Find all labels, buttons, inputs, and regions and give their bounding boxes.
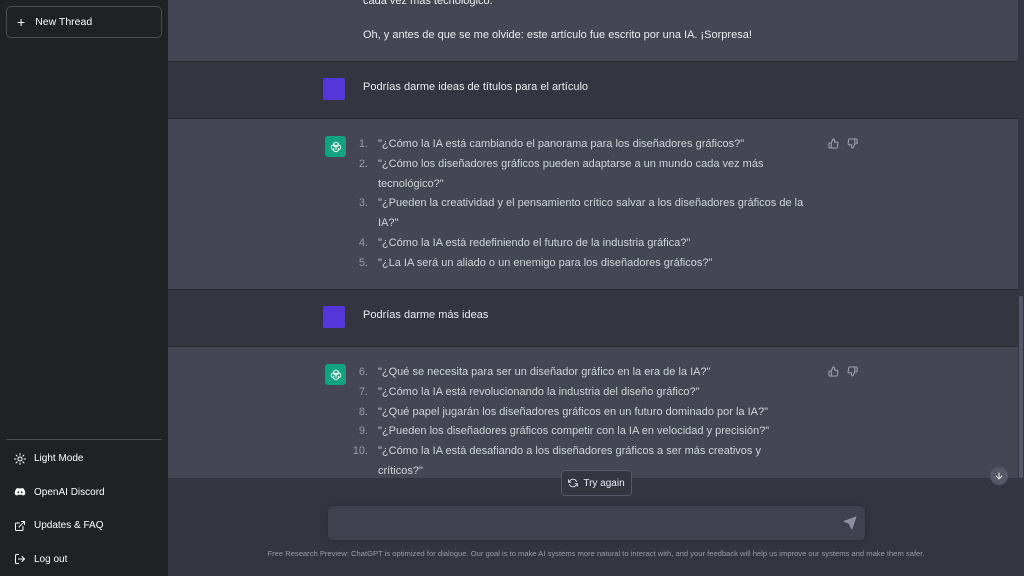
user-message-text: Podrías darme ideas de títulos para el a… — [363, 81, 589, 93]
numbered-list: 6. "¿Qué se necesita para ser un diseñad… — [348, 363, 808, 478]
light-mode-label: Light Mode — [34, 453, 84, 465]
openai-logo-icon — [330, 369, 341, 380]
try-again-label: Try again — [583, 477, 625, 489]
external-link-icon — [15, 520, 25, 531]
list-text: "¿Qué papel jugarán los diseñadores gráf… — [378, 405, 768, 418]
bot-message-row: cada vez más tecnológico. Oh, y antes de… — [168, 0, 1018, 61]
bot-message-row: 6. "¿Qué se necesita para ser un diseñad… — [168, 347, 1018, 478]
plus-icon: + — [17, 14, 26, 30]
list-number: 10. — [352, 445, 368, 458]
arrow-down-icon — [995, 472, 1003, 480]
sidebar-history — [6, 38, 162, 439]
updates-faq-link[interactable]: Updates & FAQ — [6, 509, 162, 543]
user-avatar — [323, 306, 345, 328]
list-number: 3. — [358, 197, 368, 210]
scroll-to-bottom-button[interactable] — [990, 467, 1008, 485]
message-text-line: cada vez más tecnológico. — [363, 0, 493, 7]
scrollbar-thumb[interactable] — [1019, 296, 1023, 478]
list-number: 9. — [358, 425, 368, 438]
refresh-icon — [568, 478, 579, 488]
list-number: 8. — [358, 405, 368, 418]
openai-discord-link[interactable]: OpenAI Discord — [6, 476, 162, 510]
discord-icon — [14, 488, 26, 496]
list-item: 4. "¿Cómo la IA está redefiniendo el fut… — [348, 234, 808, 254]
user-message-row: Podrías darme ideas de títulos para el a… — [168, 62, 1018, 118]
log-out-label: Log out — [34, 553, 68, 565]
list-text: "¿Pueden la creatividad y el pensamiento… — [378, 197, 804, 230]
numbered-list: 1. "¿Cómo la IA está cambiando el panora… — [348, 135, 808, 274]
new-thread-label: New Thread — [35, 16, 93, 28]
list-number: 2. — [358, 157, 368, 170]
main-panel: cada vez más tecnológico. Oh, y antes de… — [168, 0, 1024, 576]
list-text: "¿Pueden los diseñadores gráficos compet… — [378, 425, 770, 438]
list-item: 7. "¿Cómo la IA está revolucionando la i… — [348, 383, 808, 403]
list-text: "¿Cómo la IA está redefiniendo el futuro… — [378, 236, 691, 249]
user-avatar — [323, 78, 345, 100]
list-item: 8. "¿Qué papel jugarán los diseñadores g… — [348, 403, 808, 423]
thumbs-down-icon[interactable] — [847, 366, 858, 377]
thumbs-down-icon[interactable] — [847, 138, 858, 149]
bot-message-row: 1. "¿Cómo la IA está cambiando el panora… — [168, 119, 1018, 289]
openai-discord-label: OpenAI Discord — [34, 486, 105, 498]
feedback-buttons — [828, 366, 858, 377]
list-text: "¿Cómo la IA está revolucionando la indu… — [378, 385, 700, 398]
light-mode-button[interactable]: Light Mode — [6, 442, 162, 476]
message-input-box — [328, 506, 865, 540]
thumbs-up-icon[interactable] — [828, 366, 839, 377]
list-number: 6. — [358, 366, 368, 378]
list-text: "¿Cómo los diseñadores gráficos pueden a… — [378, 157, 764, 190]
list-text: "¿Qué se necesita para ser un diseñador … — [378, 366, 711, 378]
user-message-text: Podrías darme más ideas — [363, 309, 489, 321]
sun-icon — [14, 452, 26, 465]
sidebar: + New Thread Light Mode OpenAI Discord U… — [0, 0, 168, 576]
list-item: 1. "¿Cómo la IA está cambiando el panora… — [348, 135, 808, 155]
log-out-button[interactable]: Log out — [6, 543, 162, 576]
list-item: 3. "¿Pueden la creatividad y el pensamie… — [348, 194, 808, 234]
list-number: 4. — [358, 236, 368, 249]
list-number: 5. — [358, 256, 368, 269]
list-text: "¿La IA será un aliado o un enemigo para… — [378, 256, 713, 269]
list-item: 6. "¿Qué se necesita para ser un diseñad… — [348, 363, 808, 383]
logout-icon — [15, 554, 25, 565]
message-input[interactable] — [328, 506, 865, 540]
updates-faq-label: Updates & FAQ — [34, 520, 104, 532]
list-item: 2. "¿Cómo los diseñadores gráficos puede… — [348, 155, 808, 195]
list-item: 9. "¿Pueden los diseñadores gráficos com… — [348, 422, 808, 442]
openai-logo-icon — [330, 141, 341, 152]
message-text-line: Oh, y antes de que se me olvide: este ar… — [363, 29, 752, 41]
thumbs-up-icon[interactable] — [828, 138, 839, 149]
list-item: 5. "¿La IA será un aliado o un enemigo p… — [348, 254, 808, 274]
sidebar-bottom-menu: Light Mode OpenAI Discord Updates & FAQ … — [6, 439, 162, 576]
send-icon[interactable] — [843, 516, 857, 530]
footer-disclaimer: Free Research Preview: ChatGPT is optimi… — [267, 549, 925, 558]
list-number: 1. — [358, 138, 368, 150]
chatgpt-avatar — [325, 364, 346, 385]
try-again-button[interactable]: Try again — [561, 470, 632, 496]
list-number: 7. — [358, 385, 368, 398]
feedback-buttons — [828, 138, 858, 149]
list-text: "¿Cómo la IA está cambiando el panorama … — [378, 138, 745, 150]
user-message-row: Podrías darme más ideas — [168, 290, 1018, 346]
chatgpt-avatar — [325, 136, 346, 157]
conversation-area[interactable]: cada vez más tecnológico. Oh, y antes de… — [168, 0, 1018, 478]
new-thread-button[interactable]: + New Thread — [6, 6, 162, 38]
